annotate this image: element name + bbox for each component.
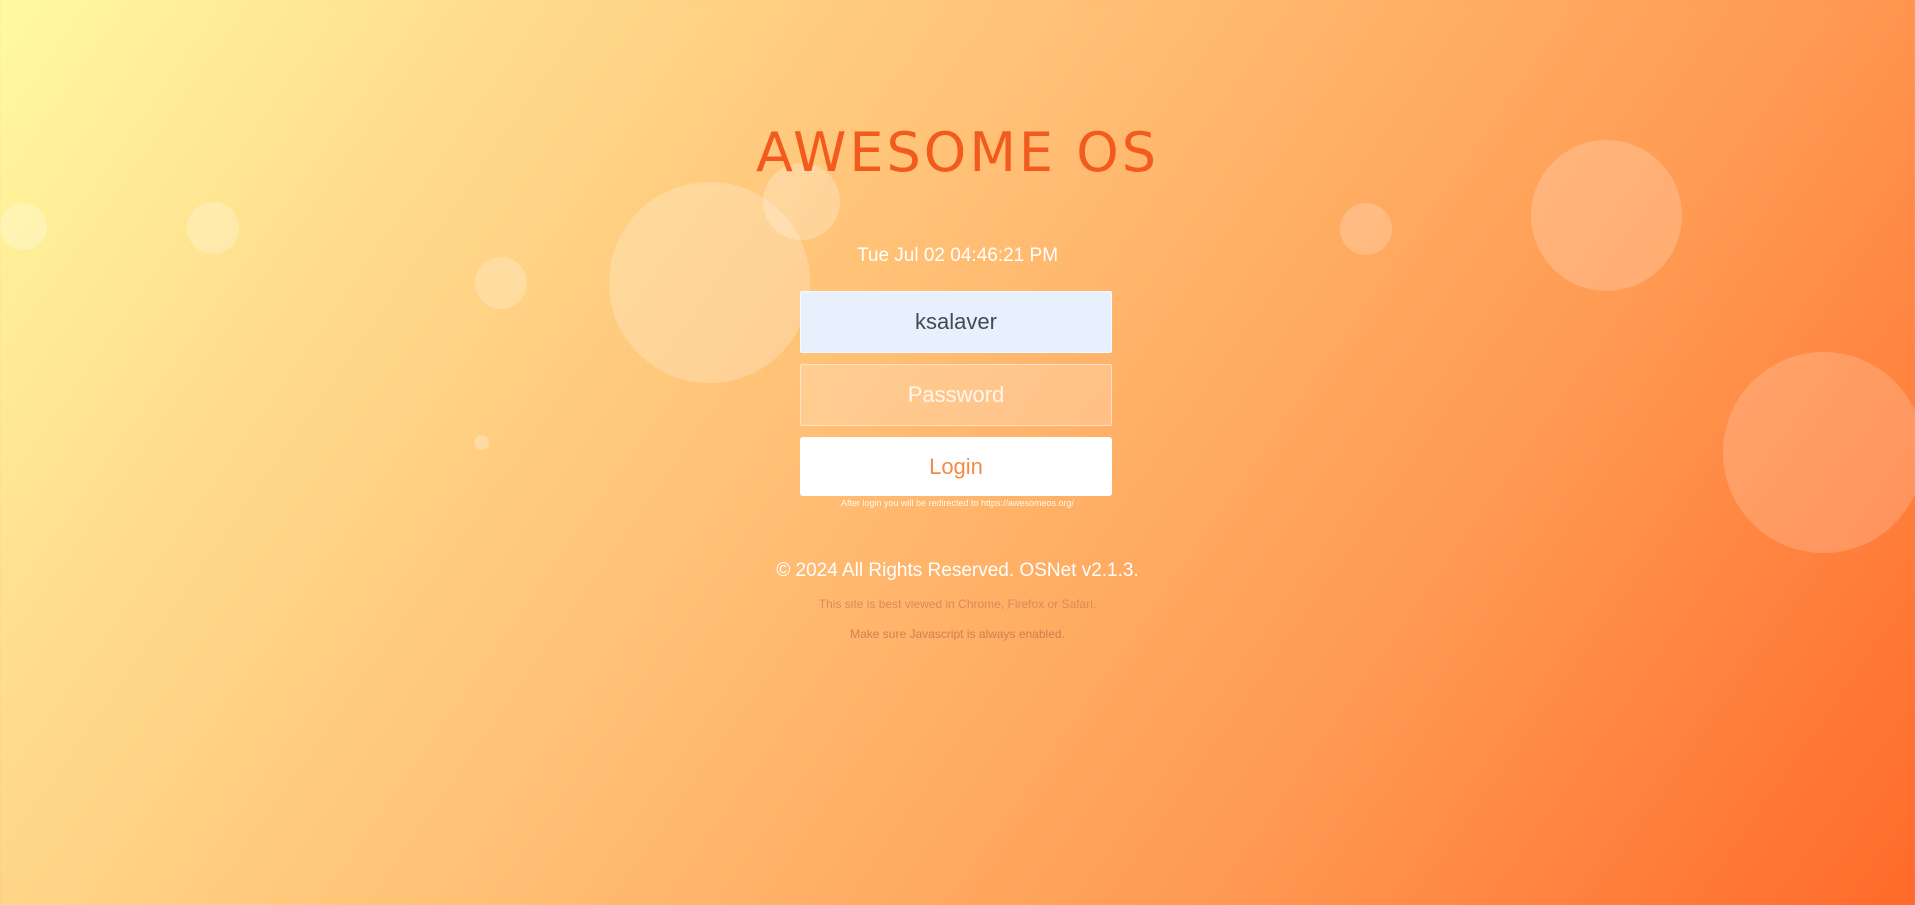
login-button[interactable]: Login	[800, 437, 1112, 496]
password-field[interactable]	[800, 364, 1112, 426]
redirect-note: After login you will be redirected to ht…	[840, 498, 1075, 508]
decorative-bubble	[474, 435, 489, 450]
copyright-text: © 2024 All Rights Reserved. OSNet v2.1.3…	[776, 560, 1139, 581]
browser-note: This site is best viewed in Chrome, Fire…	[818, 597, 1097, 611]
brand-logo: AWESOME OS	[756, 121, 1159, 184]
decorative-bubble	[1723, 352, 1915, 553]
javascript-note: Make sure Javascript is always enabled.	[850, 627, 1065, 641]
clock-display: Tue Jul 02 04:46:21 PM	[856, 245, 1059, 266]
decorative-bubble	[0, 203, 47, 250]
username-field[interactable]	[800, 291, 1112, 353]
